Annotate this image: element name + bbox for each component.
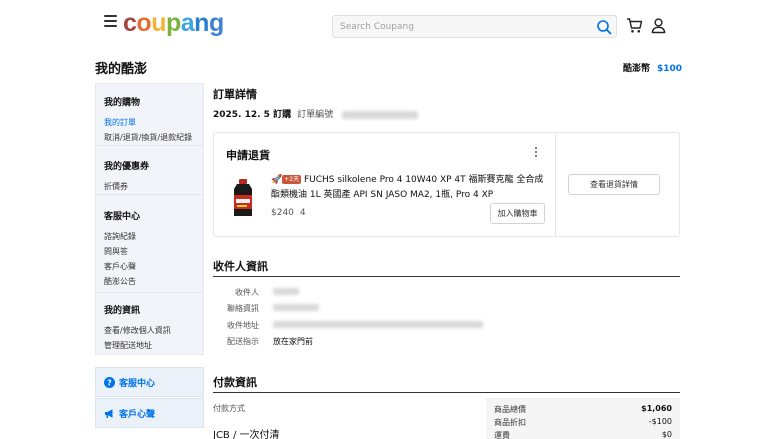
sidebar-section-title: 我的優惠券 bbox=[104, 162, 150, 172]
sidebar-section-service: 客服中心 諮詢紀錄 問與答 客戶心聲 酷澎公告 bbox=[96, 209, 203, 289]
sidebar-item-my-orders[interactable]: 我的訂單 bbox=[104, 115, 203, 130]
logo-letter: p bbox=[165, 9, 181, 37]
sidebar-item-faq[interactable]: 問與答 bbox=[104, 244, 203, 259]
logo-letter: a bbox=[180, 9, 195, 37]
coupang-logo[interactable]: coupang bbox=[123, 8, 224, 38]
logo-letter: c bbox=[123, 9, 137, 37]
more-options-icon[interactable] bbox=[533, 147, 539, 159]
search-input[interactable] bbox=[333, 16, 588, 37]
coupang-cash[interactable]: 酷澎幣 $100 bbox=[623, 61, 682, 74]
cart-icon[interactable] bbox=[626, 17, 643, 34]
sidebar: 我的購物 我的訂單 取消/退貨/換貨/退款紀錄 我的優惠券 折價券 客服中心 諮… bbox=[95, 83, 204, 355]
summary-label: 商品總價 bbox=[494, 405, 526, 414]
add-to-cart-button[interactable]: 加入購物車 bbox=[490, 203, 545, 224]
logo-letter: o bbox=[136, 9, 152, 37]
payment-method-value: JCB / 一次付清 bbox=[213, 430, 280, 439]
cash-label: 酷澎幣 bbox=[623, 64, 651, 74]
svg-text:?: ? bbox=[107, 378, 112, 387]
help-label: 客戶心聲 bbox=[119, 409, 156, 420]
page-title: 我的酷澎 bbox=[95, 62, 148, 77]
product-quantity: 4 bbox=[299, 208, 306, 218]
order-number-redacted bbox=[342, 110, 419, 119]
sidebar-section-shopping: 我的購物 我的訂單 取消/退貨/換貨/退款紀錄 bbox=[96, 95, 203, 145]
sidebar-section-coupons: 我的優惠券 折價券 bbox=[96, 159, 203, 194]
customer-voice-link[interactable]: 客戶心聲 bbox=[95, 398, 204, 428]
sidebar-section-my-info: 我的資訊 查看/修改個人資訊 管理配送地址 bbox=[96, 303, 203, 353]
divider bbox=[96, 194, 203, 195]
receiver-info-title: 收件人資訊 bbox=[213, 260, 268, 273]
cash-amount: $100 bbox=[657, 64, 683, 74]
help-label: 客服中心 bbox=[119, 378, 156, 389]
sidebar-item-inquiries[interactable]: 諮詢紀錄 bbox=[104, 229, 203, 244]
receiver-contact-label: 聯絡資訊 bbox=[227, 304, 259, 313]
product-name[interactable]: 🚀 +2天 FUCHS silkolene Pro 4 10W40 XP 4T 福… bbox=[271, 173, 547, 203]
receiver-contact-redacted bbox=[273, 304, 319, 311]
product-image[interactable] bbox=[228, 178, 258, 218]
summary-label: 運費 bbox=[494, 431, 510, 439]
summary-value: $0 bbox=[661, 430, 672, 439]
sidebar-section-title: 我的購物 bbox=[104, 98, 141, 108]
view-return-details-button[interactable]: 查看退貨詳情 bbox=[568, 174, 660, 195]
receiver-name-label: 收件人 bbox=[235, 288, 259, 297]
return-status-title: 申請退貨 bbox=[226, 149, 270, 162]
delivery-instruction-value: 放在家門前 bbox=[273, 337, 313, 346]
customer-service-link[interactable]: ? 客服中心 bbox=[95, 367, 204, 397]
product-price-row: $240 4 bbox=[271, 208, 306, 218]
megaphone-icon bbox=[105, 408, 113, 418]
payment-summary: 商品總價 $1,060 商品折扣 -$100 運費 $0 bbox=[486, 398, 680, 439]
summary-label: 商品折扣 bbox=[494, 418, 526, 427]
sidebar-section-title: 我的資訊 bbox=[104, 306, 141, 316]
sidebar-item-addresses[interactable]: 管理配送地址 bbox=[104, 338, 203, 353]
hamburger-menu-icon[interactable] bbox=[104, 15, 117, 27]
product-name-text: FUCHS silkolene Pro 4 10W40 XP 4T 福斯賽克龍 … bbox=[271, 175, 544, 200]
order-details-title: 訂單詳情 bbox=[213, 88, 257, 101]
logo-letter: n bbox=[194, 9, 209, 37]
divider bbox=[96, 145, 203, 146]
product-price: $240 bbox=[271, 208, 294, 218]
order-info: 2025. 12. 5 訂購 訂單編號 bbox=[213, 107, 419, 120]
search-icon[interactable] bbox=[596, 19, 612, 35]
logo-letter: g bbox=[208, 9, 224, 37]
order-number-label: 訂單編號 bbox=[297, 110, 334, 120]
sidebar-item-customer-voice[interactable]: 客戶心聲 bbox=[104, 259, 203, 274]
sidebar-item-returns-history[interactable]: 取消/退貨/換貨/退款紀錄 bbox=[104, 130, 203, 145]
summary-row-discount: 商品折扣 -$100 bbox=[494, 417, 672, 428]
summary-value: -$100 bbox=[648, 417, 672, 426]
summary-row-shipping: 運費 $0 bbox=[494, 430, 672, 439]
receiver-name-redacted bbox=[273, 288, 299, 295]
payment-method-label: 付款方式 bbox=[213, 404, 245, 413]
sidebar-item-coupons[interactable]: 折價券 bbox=[104, 179, 203, 194]
sidebar-item-notices[interactable]: 酷澎公告 bbox=[104, 274, 203, 289]
divider bbox=[555, 133, 556, 236]
payment-info-title: 付款資訊 bbox=[213, 376, 257, 389]
summary-value: $1,060 bbox=[641, 404, 672, 413]
receiver-address-redacted bbox=[273, 321, 483, 328]
user-icon[interactable] bbox=[650, 17, 667, 34]
rocket-delivery-icon: 🚀 bbox=[271, 175, 283, 185]
logo-letter: u bbox=[151, 9, 166, 37]
divider bbox=[213, 276, 680, 277]
search-bar bbox=[332, 15, 617, 38]
divider bbox=[213, 392, 680, 393]
question-circle-icon: ? bbox=[104, 376, 115, 388]
delivery-instruction-label: 配送指示 bbox=[227, 337, 259, 346]
receiver-address-label: 收件地址 bbox=[227, 321, 259, 330]
delivery-days-badge: +2天 bbox=[282, 175, 302, 184]
order-date: 2025. 12. 5 訂購 bbox=[213, 110, 292, 120]
summary-row-total: 商品總價 $1,060 bbox=[494, 404, 672, 415]
sidebar-item-edit-profile[interactable]: 查看/修改個人資訊 bbox=[104, 323, 203, 338]
sidebar-section-title: 客服中心 bbox=[104, 212, 141, 222]
divider bbox=[96, 292, 203, 293]
